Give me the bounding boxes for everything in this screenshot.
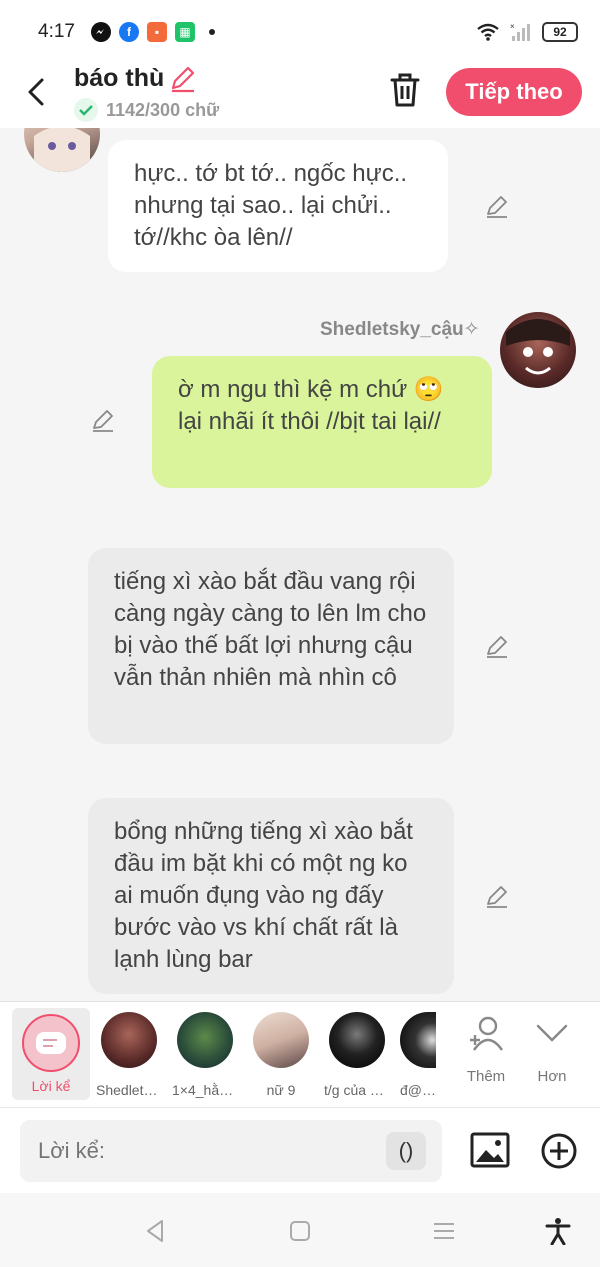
character-item-shedletsky[interactable]: Shedletsk...	[96, 1012, 162, 1098]
edit-title-icon[interactable]	[168, 64, 198, 94]
more-label: Hơn	[537, 1068, 567, 1085]
avatar	[400, 1012, 436, 1068]
character-item-nu9[interactable]: nữ 9	[248, 1012, 314, 1098]
edit-message-icon[interactable]	[484, 884, 510, 910]
system-nav-bar	[0, 1193, 600, 1267]
character-avatar-nu9[interactable]	[24, 128, 100, 172]
avatar	[329, 1012, 385, 1068]
messenger-icon	[90, 22, 111, 42]
chat-area[interactable]: hực.. tớ bt tớ.. ngốc hực.. nhưng tại sa…	[0, 128, 600, 1001]
game-app-icon: ▪	[146, 22, 167, 42]
word-count-text: 1142/300 chữ	[106, 99, 220, 120]
narration-input[interactable]	[20, 1120, 442, 1182]
edit-message-icon[interactable]	[484, 194, 510, 220]
avatar	[101, 1012, 157, 1068]
message-bubble-self[interactable]: ờ m ngu thì kệ m chứ 🙄 lại nhãi ít thôi …	[152, 356, 492, 488]
narration-bubble[interactable]: tiếng xì xào bắt đầu vang rội càng ngày …	[88, 548, 454, 744]
sender-name: Shedletsky_cậu✧	[320, 319, 480, 340]
composer: ()	[0, 1107, 600, 1193]
narration-icon	[22, 1014, 80, 1072]
character-name: nữ 9	[266, 1082, 296, 1098]
edit-message-icon[interactable]	[484, 634, 510, 660]
character-item-author[interactable]: t/g của bộ...	[324, 1012, 390, 1098]
next-button[interactable]: Tiếp theo	[446, 68, 582, 116]
add-person-icon	[470, 1016, 503, 1051]
nav-back-icon[interactable]	[142, 1217, 170, 1245]
edit-message-icon[interactable]	[90, 408, 116, 434]
message-text: ờ m ngu thì kệ m chứ 🙄 lại nhãi ít thôi …	[178, 376, 444, 435]
status-bar: 4:17 f ▪ ▦ × 92	[0, 0, 600, 64]
check-icon	[74, 98, 98, 122]
add-icon[interactable]	[540, 1132, 578, 1170]
message-text: hực.. tớ bt tớ.. ngốc hực.. nhưng tại sa…	[134, 160, 408, 251]
character-name: 1×4_hằn✧	[172, 1082, 238, 1098]
nav-home-icon[interactable]	[286, 1217, 314, 1245]
signal-icon: ×	[510, 22, 530, 41]
narration-bubble[interactable]: bổng những tiếng xì xào bắt đầu im bặt k…	[88, 798, 454, 994]
character-item-1x4[interactable]: 1×4_hằn✧	[172, 1012, 238, 1099]
chevron-down-icon	[536, 1024, 568, 1042]
character-item-partial[interactable]: đ@ nh	[400, 1012, 436, 1098]
character-name: t/g của bộ...	[324, 1082, 390, 1098]
character-name: Shedletsk...	[96, 1082, 162, 1098]
character-selector: Lời kể Shedletsk... 1×4_hằn✧ nữ 9 t/g củ…	[0, 1001, 600, 1107]
image-icon[interactable]	[470, 1130, 510, 1170]
nav-recents-icon[interactable]	[430, 1217, 458, 1245]
user-avatar-shedletsky[interactable]	[500, 312, 576, 388]
add-label: Thêm	[466, 1068, 506, 1085]
trash-icon[interactable]	[388, 72, 422, 108]
battery-indicator: 92	[542, 22, 578, 42]
wifi-icon	[477, 23, 499, 41]
parentheses-button[interactable]: ()	[386, 1132, 426, 1170]
facebook-icon: f	[118, 22, 139, 42]
message-bubble-character[interactable]: hực.. tớ bt tớ.. ngốc hực.. nhưng tại sa…	[108, 140, 448, 272]
app-header: báo thù 1142/300 chữ Tiếp theo	[0, 64, 600, 128]
message-text: bổng những tiếng xì xào bắt đầu im bặt k…	[114, 818, 413, 973]
notification-dot	[208, 29, 215, 35]
message-text: tiếng xì xào bắt đầu vang rội càng ngày …	[114, 568, 427, 691]
narration-label: Lời kể	[31, 1078, 71, 1094]
calculator-app-icon: ▦	[174, 22, 195, 42]
back-arrow-icon[interactable]	[22, 72, 52, 112]
avatar	[253, 1012, 309, 1068]
more-button[interactable]: Hơn	[522, 1014, 582, 1085]
svg-text:×: ×	[510, 22, 515, 31]
narration-selector[interactable]: Lời kể	[12, 1008, 90, 1100]
story-title: báo thù	[74, 64, 165, 92]
add-character-button[interactable]: Thêm	[456, 1014, 516, 1085]
accessibility-icon[interactable]	[544, 1217, 572, 1245]
avatar	[177, 1012, 233, 1068]
status-time: 4:17	[38, 21, 75, 42]
character-name: đ@ nh	[400, 1082, 436, 1098]
word-count: 1142/300 chữ	[74, 98, 219, 122]
